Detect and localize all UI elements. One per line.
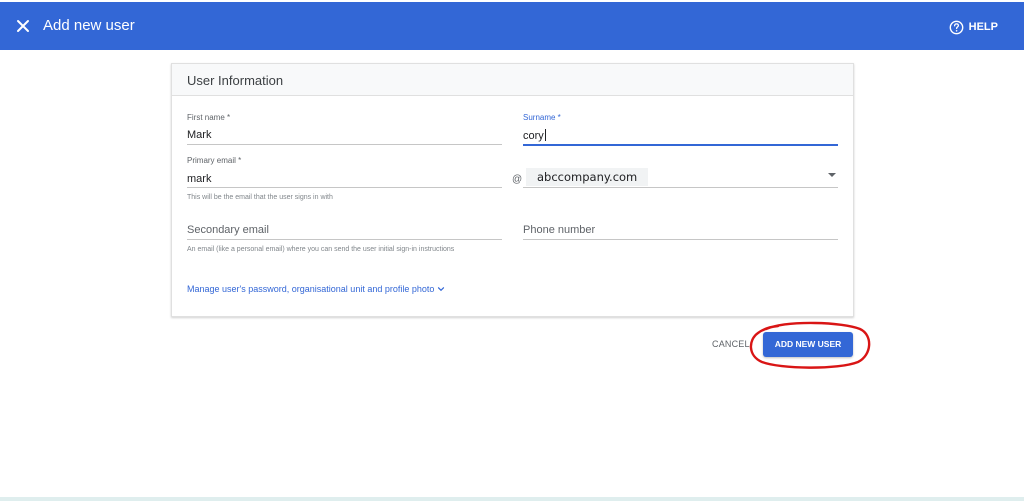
phone-number-underline (523, 239, 838, 240)
secondary-email-underline (187, 239, 502, 240)
primary-email-label: Primary email * (187, 156, 242, 165)
help-button[interactable]: HELP (949, 17, 998, 37)
help-label: HELP (968, 21, 998, 33)
secondary-email-hint: An email (like a personal email) where y… (187, 246, 455, 253)
close-icon (17, 20, 29, 32)
text-cursor (544, 129, 546, 141)
first-name-underline (187, 144, 502, 145)
user-information-card: User Information First name * Mark Surna… (171, 63, 854, 317)
surname-field[interactable]: cory (523, 129, 838, 143)
domain-select[interactable]: abccompany.com (523, 163, 838, 189)
manage-user-options-link[interactable]: Manage user's password, organisational u… (187, 284, 445, 294)
primary-email-value: mark (187, 173, 212, 185)
primary-email-hint: This will be the email that the user sig… (187, 194, 333, 201)
secondary-email-field[interactable]: Secondary email (187, 224, 502, 236)
domain-underline (523, 187, 838, 188)
surname-label: Surname * (523, 113, 561, 122)
card-title: User Information (172, 64, 853, 96)
bottom-strip (0, 497, 1024, 501)
surname-underline (523, 144, 838, 146)
close-button[interactable] (12, 15, 34, 37)
dropdown-arrow-icon (828, 173, 836, 177)
domain-value: abccompany.com (526, 168, 649, 186)
add-new-user-button[interactable]: ADD NEW USER (763, 332, 853, 357)
app-header: Add new user HELP (0, 2, 1024, 50)
primary-email-underline (187, 187, 502, 188)
manage-link-label: Manage user's password, organisational u… (187, 284, 435, 294)
at-sign: @ (512, 174, 523, 185)
phone-number-placeholder: Phone number (523, 224, 596, 236)
page-title: Add new user (43, 17, 135, 34)
secondary-email-placeholder: Secondary email (187, 224, 269, 236)
primary-email-field[interactable]: mark (187, 173, 502, 187)
first-name-label: First name * (187, 113, 231, 122)
first-name-field[interactable]: Mark (187, 129, 502, 143)
cancel-button[interactable]: CANCEL (712, 339, 750, 349)
help-circle-icon (949, 20, 964, 34)
phone-number-field[interactable]: Phone number (523, 224, 838, 236)
surname-value: cory (523, 130, 544, 142)
chevron-down-icon (438, 287, 445, 292)
first-name-value: Mark (187, 129, 212, 141)
